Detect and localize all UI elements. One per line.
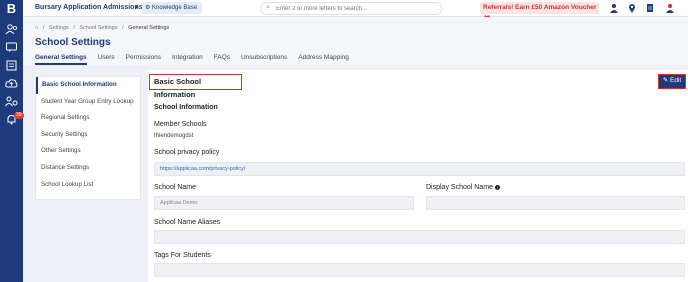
breadcrumb-settings[interactable]: Settings [49, 25, 69, 31]
tab-users[interactable]: Users [98, 54, 115, 65]
left-rail: B 39 [0, 0, 24, 282]
message-icon[interactable] [5, 42, 18, 53]
referral-text: Referrals! Earn £50 Amazon Voucher [483, 4, 597, 11]
tab-bar: General Settings Users Permissions Integ… [35, 54, 360, 65]
knowledge-base-label: Knowledge Base [152, 5, 198, 11]
tab-unsubscriptions[interactable]: Unsubscriptions [241, 54, 287, 65]
map-pin-icon[interactable] [627, 3, 637, 13]
cloud-upload-icon[interactable] [5, 78, 18, 89]
breadcrumb-separator: / [122, 25, 124, 31]
tab-faqs[interactable]: FAQs [214, 54, 230, 65]
users-icon[interactable] [5, 24, 18, 35]
section-title: Basic School Information [149, 74, 242, 99]
knowledge-base-button[interactable]: ⚙ Knowledge Base [142, 2, 202, 14]
top-bar: Bursary Application Admissions Y... ▾ ⚙ K… [23, 0, 688, 23]
search-input[interactable] [276, 4, 436, 14]
edit-label: Edit [670, 77, 682, 84]
edit-button[interactable]: ✎ Edit [658, 74, 686, 89]
tab-integration[interactable]: Integration [172, 54, 203, 65]
display-school-name-text: Display School Name [426, 184, 493, 191]
basic-info-panel: Basic School Information ✎ Edit School I… [148, 70, 688, 282]
document-icon[interactable] [645, 3, 655, 13]
info-icon[interactable]: i [494, 184, 500, 190]
account-icon[interactable] [665, 3, 675, 13]
school-name-field[interactable]: Applicaa Demo [154, 196, 414, 210]
referral-banner[interactable]: Referrals! Earn £50 Amazon Voucher 🎁 [480, 2, 599, 23]
tab-permissions[interactable]: Permissions [126, 54, 161, 65]
notification-badge: 39 [14, 112, 24, 119]
member-schools-label: Member Schools [154, 121, 207, 128]
tab-address-mapping[interactable]: Address Mapping [298, 54, 349, 65]
school-name-label: School Name [154, 184, 197, 191]
privacy-policy-label: School privacy policy [154, 149, 220, 156]
display-school-name-field[interactable] [426, 196, 685, 210]
group-settings-icon[interactable] [5, 96, 18, 107]
side-menu-other-settings[interactable]: Other Settings [36, 143, 140, 160]
display-school-name-label: Display School Name i [426, 184, 500, 191]
search-box: ⌕ [260, 2, 442, 15]
page-title: School Settings [35, 37, 111, 48]
breadcrumb-school-settings[interactable]: School Settings [79, 25, 117, 31]
school-name-aliases-label: School Name Aliases [154, 219, 221, 226]
school-information-heading: School Information [154, 104, 218, 111]
school-name-aliases-field[interactable] [154, 230, 685, 244]
tab-general-settings[interactable]: General Settings [35, 54, 87, 65]
chevron-down-icon[interactable]: ▾ [135, 4, 138, 11]
tags-for-students-field[interactable] [154, 263, 685, 277]
member-schools-value: thiendemogdst [154, 133, 194, 139]
search-icon: ⌕ [266, 4, 270, 11]
settings-side-menu: Basic School Information Student Year Gr… [35, 76, 141, 200]
side-menu-school-lookup-list[interactable]: School Lookup List [36, 177, 140, 194]
app-logo[interactable]: B [3, 2, 20, 16]
breadcrumb-general-settings: General Settings [128, 25, 170, 31]
pencil-icon: ✎ [662, 77, 669, 84]
home-icon[interactable]: ⌂ [35, 25, 38, 31]
book-icon[interactable] [5, 60, 18, 71]
side-menu-student-year-group[interactable]: Student Year Group Entry Lookup [36, 94, 140, 111]
knowledge-base-icon: ⚙ [145, 5, 151, 11]
breadcrumb-separator: / [42, 25, 45, 31]
tags-for-students-label: Tags For Students [154, 252, 211, 259]
page-header: ⌂ / Settings / School Settings / General… [23, 17, 688, 65]
side-menu-basic-school-information[interactable]: Basic School Information [36, 77, 140, 94]
privacy-policy-field[interactable]: https://applicaa.com/privacy-policy/ [154, 162, 685, 176]
side-menu-distance-settings[interactable]: Distance Settings [36, 160, 140, 177]
user-profile-icon[interactable] [609, 3, 619, 13]
breadcrumb-separator: / [73, 25, 75, 31]
side-menu-security-settings[interactable]: Security Settings [36, 127, 140, 144]
breadcrumb: ⌂ / Settings / School Settings / General… [35, 25, 172, 31]
side-menu-regional-settings[interactable]: Regional Settings [36, 110, 140, 127]
